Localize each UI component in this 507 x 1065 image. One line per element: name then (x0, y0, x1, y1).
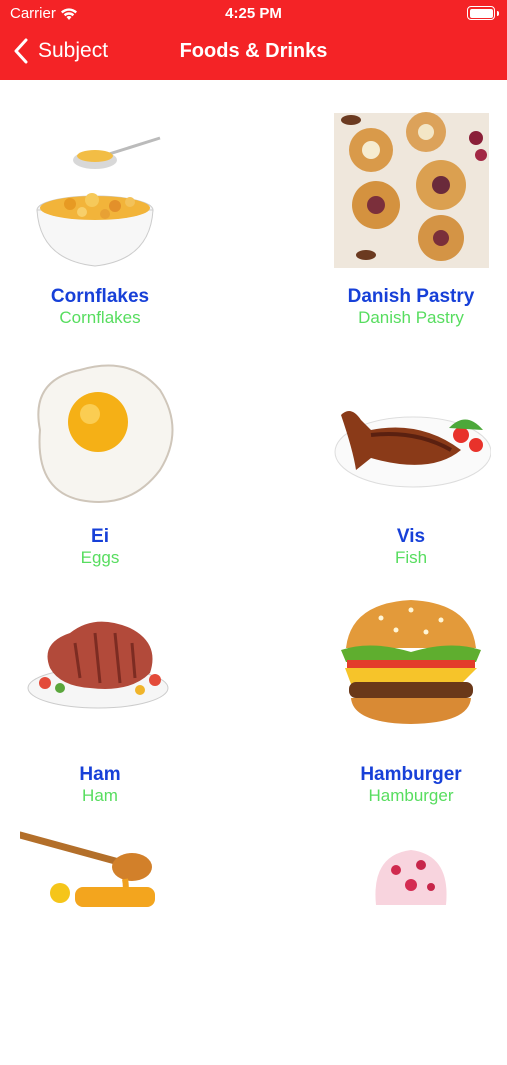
food-item-honey[interactable] (0, 825, 200, 1065)
danish-pastry-image (334, 112, 489, 268)
food-grid: Cornflakes Cornflakes Danish Pastry Dani… (0, 80, 507, 907)
ham-image (27, 621, 169, 709)
item-name: Hamburger (360, 764, 462, 785)
item-name: Vis (396, 526, 426, 547)
item-translation: Eggs (80, 548, 120, 567)
food-item-hamburger[interactable]: Hamburger Hamburger (311, 588, 507, 828)
status-time: 4:25 PM (225, 5, 282, 22)
hamburger-image (341, 600, 481, 724)
item-name: Ei (91, 526, 109, 547)
item-translation: Ham (82, 786, 118, 805)
fish-dish-image (334, 411, 491, 488)
item-name: Danish Pastry (347, 286, 475, 307)
item-name: Cornflakes (50, 286, 150, 307)
item-translation: Cornflakes (59, 308, 141, 327)
status-bar: Carrier 4:25 PM (0, 0, 507, 28)
food-item-ham[interactable]: Ham Ham (0, 588, 200, 828)
food-item-danish-pastry[interactable]: Danish Pastry Danish Pastry (311, 110, 507, 350)
cornflakes-image (36, 136, 161, 267)
food-item-fish[interactable]: Vis Fish (311, 350, 507, 590)
app-header: Carrier 4:25 PM Subject Foods & Drinks (0, 0, 507, 80)
fried-egg-image (37, 364, 174, 503)
item-name: Ham (79, 764, 121, 785)
item-translation: Fish (394, 548, 428, 567)
item-translation: Hamburger (368, 786, 454, 805)
battery-icon (467, 6, 499, 20)
food-item-cornflakes[interactable]: Cornflakes Cornflakes (0, 110, 200, 350)
ice-cream-image (375, 850, 447, 905)
nav-title: Foods & Drinks (179, 40, 328, 62)
food-item-ice-cream[interactable] (311, 825, 507, 1065)
item-translation: Danish Pastry (358, 308, 464, 327)
honey-image (20, 831, 155, 907)
navigation-bar: Subject Foods & Drinks (0, 32, 507, 74)
food-item-eggs[interactable]: Ei Eggs (0, 350, 200, 590)
